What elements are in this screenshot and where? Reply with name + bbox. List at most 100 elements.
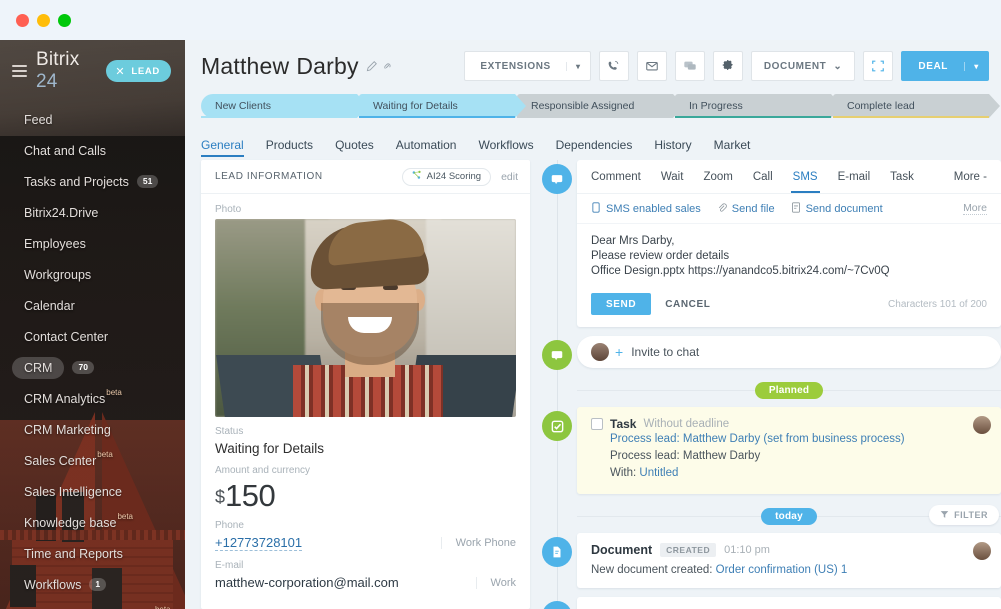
composer-tab-email[interactable]: E-mail bbox=[838, 160, 871, 193]
filter-button[interactable]: FILTER bbox=[929, 505, 999, 525]
sidebar-item-chat-and-calls[interactable]: Chat and Calls bbox=[0, 135, 185, 166]
task-checkbox[interactable] bbox=[591, 418, 603, 430]
edit-link[interactable]: edit bbox=[501, 171, 518, 183]
sidebar-item-contact-center[interactable]: Contact Center bbox=[0, 321, 185, 352]
toolbar-more-button[interactable]: More bbox=[963, 202, 987, 215]
task-link[interactable]: Process lead: Matthew Darby (set from bu… bbox=[610, 433, 905, 445]
sidebar-item-employees[interactable]: Employees bbox=[0, 228, 185, 259]
lead-information-panel: LEAD INFORMATION AI24 Scoring edit bbox=[201, 160, 530, 609]
brand-logo[interactable]: Bitrix 24 bbox=[36, 49, 97, 93]
composer-tab-wait[interactable]: Wait bbox=[661, 160, 684, 193]
sidebar-item-sales-intelligence[interactable]: Sales Intelligence bbox=[0, 476, 185, 507]
tab-general[interactable]: General bbox=[201, 130, 244, 160]
send-button[interactable]: SEND bbox=[591, 293, 651, 315]
tab-label: Dependencies bbox=[556, 138, 633, 152]
tab-label: General bbox=[201, 138, 244, 152]
document-body-link[interactable]: Order confirmation (US) 1 bbox=[716, 564, 848, 576]
chevron-down-icon[interactable]: ▾ bbox=[964, 62, 988, 71]
chevron-down-icon[interactable]: ▾ bbox=[566, 62, 590, 71]
task-card[interactable]: Task Without deadline Process lead: Matt… bbox=[577, 407, 1001, 494]
invite-to-chat-card[interactable]: + Invite to chat bbox=[577, 336, 1001, 368]
ai24-scoring-badge[interactable]: AI24 Scoring bbox=[402, 168, 491, 186]
link-icon[interactable] bbox=[382, 61, 393, 72]
sidebar-item-label: CRM Analytics bbox=[24, 392, 105, 406]
sidebar-item-crm-marketing[interactable]: CRM Marketing bbox=[0, 414, 185, 445]
stage-complete-lead[interactable]: Complete lead bbox=[833, 94, 989, 118]
sidebar-item-bitrix24-drive[interactable]: Bitrix24.Drive bbox=[0, 197, 185, 228]
composer-tab-zoom[interactable]: Zoom bbox=[703, 160, 732, 193]
sms-enabled-sales-button[interactable]: SMS enabled sales bbox=[591, 202, 701, 216]
plus-icon[interactable]: + bbox=[615, 344, 623, 360]
document-card[interactable]: Document CREATED 01:10 pm New document c… bbox=[577, 533, 1001, 588]
hamburger-icon[interactable] bbox=[12, 65, 27, 77]
deal-button[interactable]: DEAL ▾ bbox=[901, 51, 989, 81]
document-button[interactable]: DOCUMENT ⌄ bbox=[751, 51, 856, 81]
tab-market[interactable]: Market bbox=[714, 130, 751, 160]
expand-button[interactable] bbox=[863, 51, 893, 81]
document-title: Document bbox=[591, 543, 652, 557]
tab-label: History bbox=[654, 138, 691, 152]
next-activity-card[interactable] bbox=[577, 597, 1001, 609]
tab-automation[interactable]: Automation bbox=[396, 130, 457, 160]
chat-button[interactable] bbox=[675, 51, 705, 81]
sidebar-item-sales-center[interactable]: Sales Centerbeta bbox=[0, 445, 185, 476]
maximize-window-button[interactable] bbox=[58, 14, 71, 27]
tab-history[interactable]: History bbox=[654, 130, 691, 160]
task-with-value[interactable]: Untitled bbox=[639, 467, 678, 479]
app-window: Bitrix 24 ✕ LEAD Feed Chat and Calls Tas… bbox=[0, 0, 1001, 609]
sidebar-item-calendar[interactable]: Calendar bbox=[0, 290, 185, 321]
tab-dependencies[interactable]: Dependencies bbox=[556, 130, 633, 160]
composer-more-button[interactable]: More - bbox=[954, 171, 987, 183]
minimize-window-button[interactable] bbox=[37, 14, 50, 27]
pencil-icon[interactable] bbox=[366, 61, 377, 72]
stage-new-clients[interactable]: New Clients bbox=[201, 94, 357, 118]
sidebar-item-robotic-process-automation[interactable]: Robotic Process Auto...beta bbox=[0, 600, 185, 609]
brand-number: 24 bbox=[36, 71, 58, 92]
header-actions: EXTENSIONS ▾ bbox=[464, 51, 989, 81]
lead-photo[interactable] bbox=[215, 219, 516, 417]
tab-workflows[interactable]: Workflows bbox=[478, 130, 533, 160]
sidebar-item-time-and-reports[interactable]: Time and Reports bbox=[0, 538, 185, 569]
call-button[interactable] bbox=[599, 51, 629, 81]
composer-tab-comment[interactable]: Comment bbox=[591, 160, 641, 193]
settings-button[interactable] bbox=[713, 51, 743, 81]
tab-quotes[interactable]: Quotes bbox=[335, 130, 374, 160]
stage-waiting-for-details[interactable]: Waiting for Details bbox=[359, 94, 515, 118]
extensions-button[interactable]: EXTENSIONS ▾ bbox=[464, 51, 590, 81]
amount-value: 150 bbox=[225, 480, 275, 511]
composer-tab-call[interactable]: Call bbox=[753, 160, 773, 193]
stage-in-progress[interactable]: In Progress bbox=[675, 94, 831, 118]
sidebar-item-workgroups[interactable]: Workgroups bbox=[0, 259, 185, 290]
close-window-button[interactable] bbox=[16, 14, 29, 27]
composer-tab-task[interactable]: Task bbox=[890, 160, 914, 193]
send-document-button[interactable]: Send document bbox=[791, 202, 883, 216]
sidebar-item-workflows[interactable]: Workflows1 bbox=[0, 569, 185, 600]
sidebar-item-label: Feed bbox=[24, 113, 53, 127]
cancel-button[interactable]: CANCEL bbox=[665, 299, 710, 310]
task-detail: Process lead: Matthew Darby bbox=[610, 450, 760, 462]
sidebar-menu: Feed Chat and Calls Tasks and Projects51… bbox=[0, 104, 185, 609]
sidebar-item-feed[interactable]: Feed bbox=[0, 104, 185, 135]
ai24-scoring-label: AI24 Scoring bbox=[427, 171, 481, 182]
email-value[interactable]: matthew-corporation@mail.com bbox=[215, 575, 399, 590]
tab-products[interactable]: Products bbox=[266, 130, 313, 160]
send-file-button[interactable]: Send file bbox=[717, 202, 775, 216]
sms-message-input[interactable]: Dear Mrs Darby, Please review order deta… bbox=[577, 224, 1001, 287]
sidebar-item-knowledge-base[interactable]: Knowledge basebeta bbox=[0, 507, 185, 538]
task-title: Task bbox=[610, 417, 636, 431]
email-button[interactable] bbox=[637, 51, 667, 81]
mobile-icon bbox=[591, 202, 601, 216]
close-icon[interactable]: ✕ bbox=[115, 65, 125, 78]
lead-last-name: Darby bbox=[296, 53, 358, 79]
sidebar-item-tasks-and-projects[interactable]: Tasks and Projects51 bbox=[0, 166, 185, 197]
sidebar-item-label: Sales Center bbox=[24, 454, 96, 468]
avatar bbox=[591, 343, 609, 361]
sidebar-item-beta: beta bbox=[97, 450, 113, 459]
sidebar-item-crm-analytics[interactable]: CRM Analyticsbeta bbox=[0, 383, 185, 414]
phone-value[interactable]: +12773728101 bbox=[215, 535, 302, 551]
sidebar-item-label: Employees bbox=[24, 237, 86, 251]
stage-responsible-assigned[interactable]: Responsible Assigned bbox=[517, 94, 673, 118]
composer-tab-sms[interactable]: SMS bbox=[793, 160, 818, 193]
lead-badge[interactable]: ✕ LEAD bbox=[106, 60, 171, 82]
sidebar-item-crm[interactable]: CRM70 bbox=[0, 352, 185, 383]
